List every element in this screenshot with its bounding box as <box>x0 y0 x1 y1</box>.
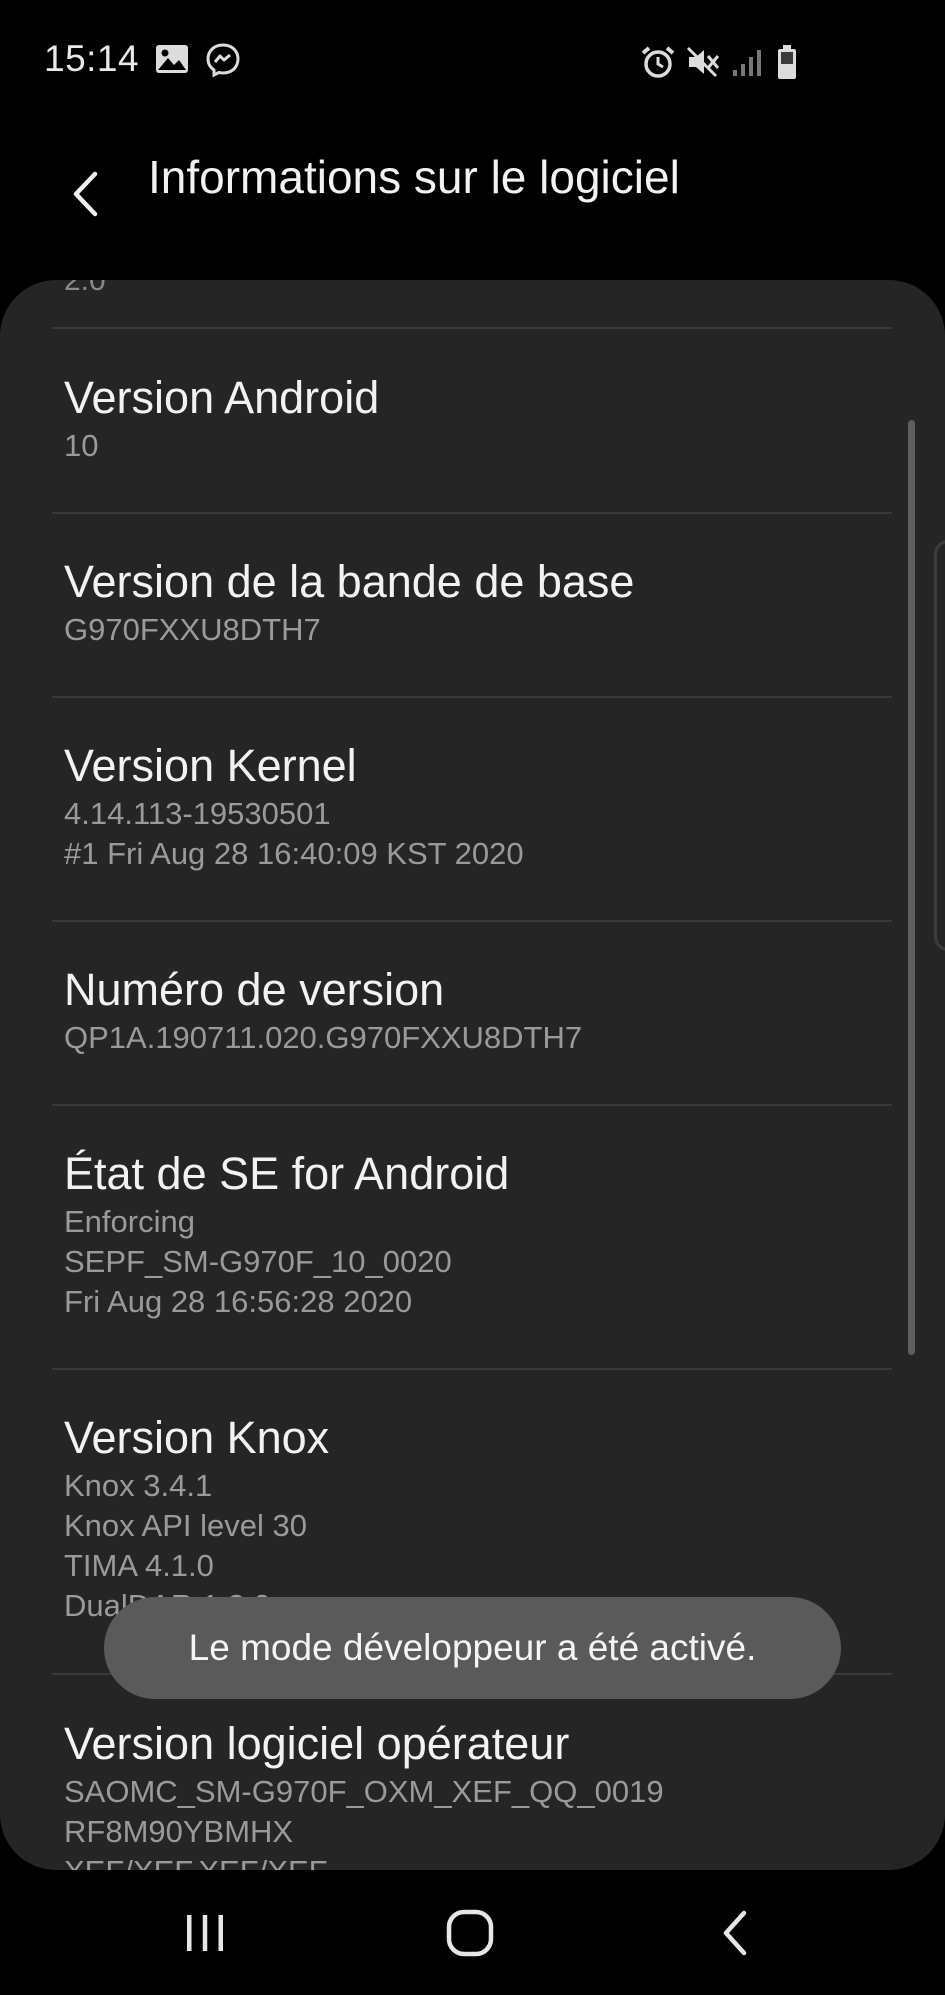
back-button[interactable] <box>50 146 120 246</box>
item-value: SAOMC_SM-G970F_OXM_XEF_QQ_0019 <box>64 1774 664 1809</box>
status-time: 15:14 <box>44 38 140 79</box>
back-icon <box>718 1908 752 1963</box>
item-value: 4.14.113-19530501 <box>64 796 331 831</box>
home-icon <box>445 1908 495 1963</box>
item-value: #1 Fri Aug 28 16:40:09 KST 2020 <box>64 836 524 871</box>
item-title: Version de la bande de base <box>64 556 635 607</box>
divider <box>52 696 892 698</box>
mute-icon <box>686 46 722 83</box>
signal-icon <box>732 48 764 83</box>
item-value: Knox API level 30 <box>64 1508 307 1543</box>
status-bar: 15:14 <box>0 0 945 120</box>
alarm-icon <box>640 45 676 84</box>
item-title: Version logiciel opérateur <box>64 1718 570 1769</box>
scrollbar[interactable] <box>908 420 915 1355</box>
back-nav-button[interactable] <box>685 1895 785 1975</box>
divider <box>52 1368 892 1370</box>
item-title: Numéro de version <box>64 964 445 1015</box>
item-value: XEF/XEF,XEF/XEF <box>64 1852 892 1870</box>
item-kernel-version[interactable]: Version Kernel 4.14.113-19530501 #1 Fri … <box>52 738 892 874</box>
item-value: SEPF_SM-G970F_10_0020 <box>64 1244 452 1279</box>
item-value: TIMA 4.1.0 <box>64 1548 214 1583</box>
page-title: Informations sur le logiciel <box>148 151 680 203</box>
divider <box>52 1104 892 1106</box>
item-value: G970FXXU8DTH7 <box>64 612 321 647</box>
item-se-android-status[interactable]: État de SE for Android Enforcing SEPF_SM… <box>52 1146 892 1322</box>
divider <box>52 920 892 922</box>
recent-apps-icon <box>183 1911 227 1960</box>
app-header: Informations sur le logiciel <box>0 120 945 280</box>
item-value: Knox 3.4.1 <box>64 1468 213 1503</box>
item-value: QP1A.190711.020.G970FXXU8DTH7 <box>64 1020 583 1055</box>
item-title: Version Android <box>64 372 380 423</box>
messenger-icon <box>205 42 241 83</box>
item-value: RF8M90YBMHX <box>64 1814 294 1849</box>
item-title: Version Knox <box>64 1412 330 1463</box>
item-operator-software-version[interactable]: Version logiciel opérateur SAOMC_SM-G970… <box>52 1716 892 1870</box>
toast-notification: Le mode développeur a été activé. <box>104 1597 841 1699</box>
toast-message: Le mode développeur a été activé. <box>188 1627 757 1668</box>
item-title: Version Kernel <box>64 740 357 791</box>
recent-apps-button[interactable] <box>155 1895 255 1975</box>
chevron-left-icon <box>67 168 103 225</box>
item-android-version[interactable]: Version Android 10 <box>52 370 892 466</box>
divider <box>52 327 892 329</box>
item-value: Fri Aug 28 16:56:28 2020 <box>64 1284 413 1319</box>
navigation-bar <box>0 1870 945 1995</box>
previous-item-value: 2.0 <box>64 280 106 297</box>
edge-panel-handle[interactable] <box>934 540 945 951</box>
item-knox-version[interactable]: Version Knox Knox 3.4.1 Knox API level 3… <box>52 1410 892 1626</box>
item-baseband-version[interactable]: Version de la bande de base G970FXXU8DTH… <box>52 554 892 650</box>
home-button[interactable] <box>420 1895 520 1975</box>
battery-icon <box>776 44 798 85</box>
item-build-number[interactable]: Numéro de version QP1A.190711.020.G970FX… <box>52 962 892 1058</box>
item-value: 10 <box>64 428 99 463</box>
image-icon <box>155 44 189 79</box>
item-title: État de SE for Android <box>64 1148 510 1199</box>
item-value: Enforcing <box>64 1204 195 1239</box>
divider <box>52 512 892 514</box>
